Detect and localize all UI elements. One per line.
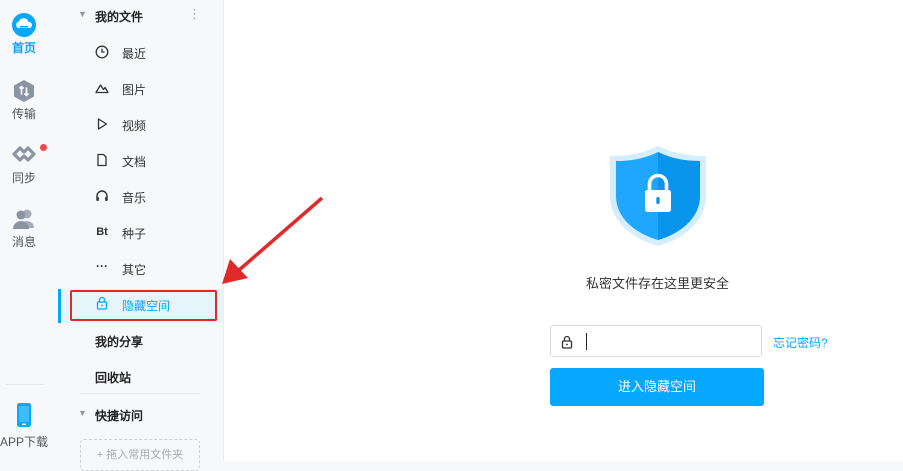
cloud-icon [12,13,36,37]
sidebar-item-my-share[interactable]: 我的分享 [95,333,143,350]
annotation-highlight-box [70,290,217,321]
play-icon [97,118,108,130]
group-quick-access[interactable]: ▼ 快捷访问 [58,399,223,429]
sidebar-item-music[interactable]: 音乐 [58,181,223,211]
rail-transfer[interactable]: 传输 [0,78,48,122]
password-input[interactable] [585,330,759,354]
rail-messages[interactable]: 消息 [0,206,48,250]
group-my-files-label: 我的文件 [95,10,144,24]
hidden-space-tagline: 私密文件存在这里更安全 [585,276,729,291]
clock-icon [95,45,109,59]
document-icon [97,153,107,167]
rail-divider [6,384,44,385]
rail-app-download-label: APP下载 [0,435,49,449]
phone-icon [17,403,31,427]
sidebar-item-label: 最近 [122,47,147,61]
sidebar-divider [80,393,200,394]
mountain-icon [95,84,109,94]
sidebar-item-label: 音乐 [122,191,147,205]
rail-home[interactable]: 首页 [0,12,48,56]
password-field[interactable] [550,325,762,357]
bt-icon: Bt [96,226,108,238]
sidebar-item-label: 种子 [122,227,147,241]
forgot-password-link[interactable]: 忘记密码? [773,334,828,351]
text-caret [586,333,587,350]
sidebar-item-recent[interactable]: 最近 [58,37,223,67]
people-icon [13,209,34,229]
sidebar-item-torrents[interactable]: Bt 种子 [58,217,223,247]
left-rail: 首页 传输 同步 消息 APP下载 [0,0,48,461]
rail-app-download[interactable]: APP下载 [0,402,48,450]
sidebar-item-label: 图片 [122,83,147,97]
sidebar-item-recycle-bin[interactable]: 回收站 [95,369,131,386]
shield-lock-icon [610,146,706,246]
caret-down-icon: ▼ [78,9,87,19]
enter-hidden-space-button[interactable]: 进入隐藏空间 [550,368,764,406]
rail-transfer-label: 传输 [11,107,36,121]
headphones-icon [96,190,108,201]
rail-sync-label: 同步 [11,171,36,185]
active-indicator [58,289,61,323]
sidebar-item-video[interactable]: 视频 [58,109,223,139]
caret-down-icon: ▼ [78,408,87,418]
group-quick-access-label: 快捷访问 [95,409,144,423]
sync-icon [12,146,36,162]
lock-icon [561,335,573,349]
sidebar-item-documents[interactable]: 文档 [58,145,223,175]
transfer-icon [14,80,34,102]
notification-dot [40,144,47,151]
sidebar-item-label: 其它 [122,263,147,277]
quick-access-drop-zone[interactable]: + 拖入常用文件夹 [80,439,200,471]
sidebar-item-label: 视频 [122,119,147,133]
more-icon[interactable]: ⋮ [188,6,201,22]
rail-home-label: 首页 [11,41,36,55]
rail-messages-label: 消息 [11,235,36,249]
group-my-files[interactable]: ▼ 我的文件 ⋮ [58,0,223,30]
sidebar-item-images[interactable]: 图片 [58,73,223,103]
sidebar-item-label: 文档 [122,155,147,169]
sidebar: ▼ 我的文件 ⋮ 最近 图片 视频 文档 音乐 Bt 种子 ··· 其它 隐藏空… [58,0,224,471]
main-panel: 私密文件存在这里更安全 忘记密码? 进入隐藏空间 [224,0,903,461]
ellipsis-icon: ··· [96,259,108,273]
sidebar-item-other[interactable]: ··· 其它 [58,253,223,283]
